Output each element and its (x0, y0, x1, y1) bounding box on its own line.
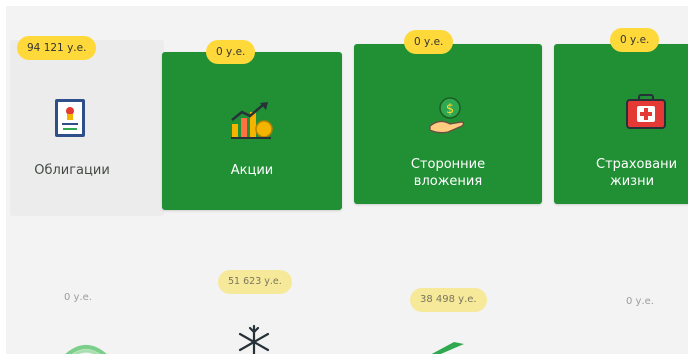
card-stocks-label: Акции (230, 163, 274, 178)
svg-text:$: $ (446, 102, 454, 117)
card-external-investments[interactable]: $ Сторонние вложения (354, 44, 542, 204)
row2-amount-badge-3: 38 498 у.е. (410, 288, 487, 312)
bonds-amount-badge: 94 121 у.е. (17, 36, 97, 60)
investment-categories-screen: Облигации 94 121 у.е. Акции 0 у.е. $ Сто… (6, 6, 688, 354)
card-bonds[interactable]: Облигации (10, 40, 164, 216)
card-life-insurance[interactable]: Страховани жизни (554, 44, 688, 204)
card-life-insurance-label: Страховани жизни (596, 157, 678, 189)
sber-logo-icon (65, 345, 107, 354)
stock-chart-icon (231, 102, 273, 139)
life-insurance-amount-badge: 0 у.е. (610, 28, 660, 52)
external-amount-badge: 0 у.е. (404, 30, 454, 54)
row2-amount-4: 0 у.е. (626, 296, 654, 307)
snowflake-icon (238, 324, 270, 354)
card-stocks[interactable]: Акции (162, 52, 342, 210)
card-external-label: Сторонние вложения (410, 157, 486, 189)
stocks-amount-badge: 0 у.е. (206, 40, 256, 64)
card-bonds-label: Облигации (34, 163, 110, 178)
money-hand-icon: $ (429, 97, 465, 134)
row2-amount-1: 0 у.е. (64, 292, 92, 303)
green-check-icon (431, 342, 464, 354)
bond-certificate-icon (55, 99, 85, 137)
row2-amount-badge-2: 51 623 у.е. (218, 270, 292, 294)
first-aid-kit-icon (626, 94, 666, 129)
